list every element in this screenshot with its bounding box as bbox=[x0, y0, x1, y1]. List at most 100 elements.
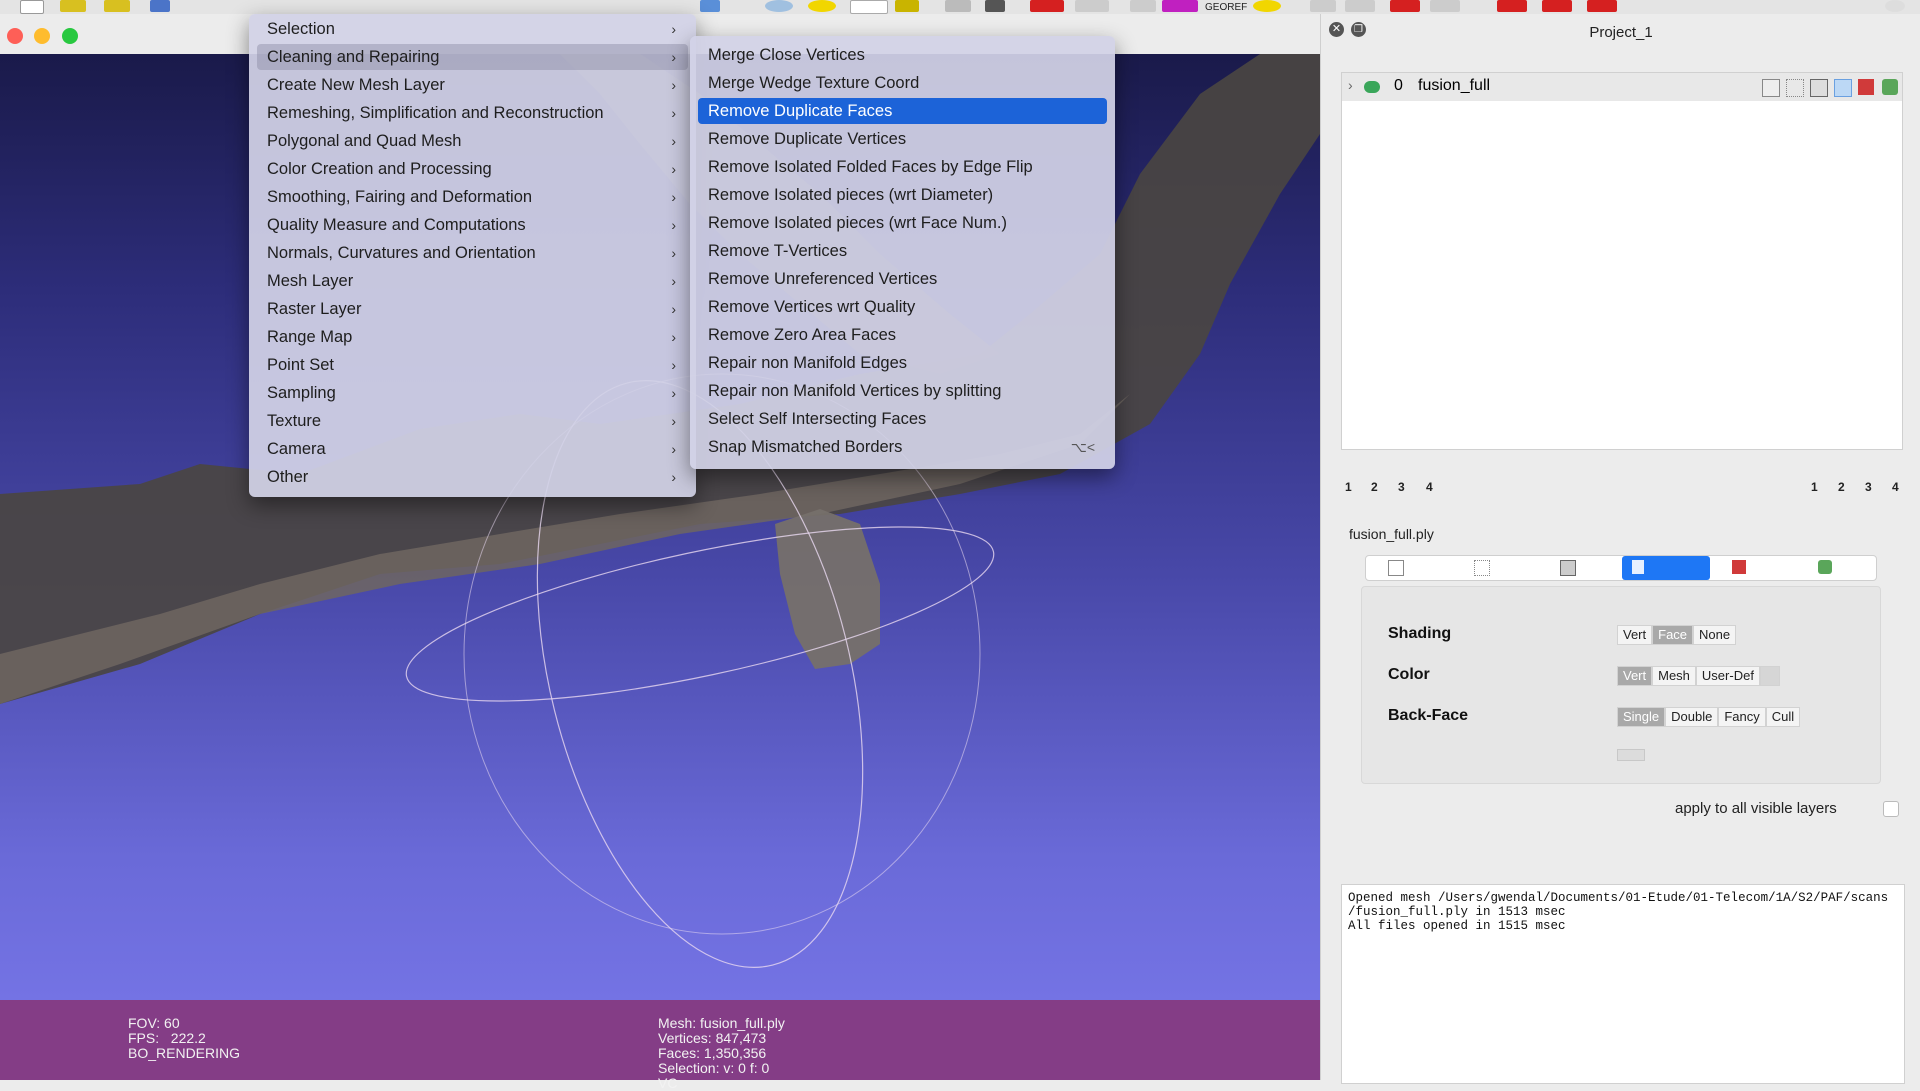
select-region-icon[interactable] bbox=[1345, 0, 1375, 12]
color-swatch-button[interactable] bbox=[1759, 666, 1780, 686]
page-4-right[interactable]: 4 bbox=[1892, 480, 1899, 494]
solid-icon[interactable] bbox=[1834, 79, 1852, 97]
page-3-right[interactable]: 3 bbox=[1865, 480, 1872, 494]
vertices-text: Vertices: 847,473 bbox=[658, 1030, 767, 1046]
submenu-item-remove-duplicate-vertices[interactable]: Remove Duplicate Vertices bbox=[698, 126, 1107, 152]
menu-item-range-map[interactable]: Range Map › bbox=[257, 324, 688, 350]
pen-icon[interactable] bbox=[850, 0, 888, 14]
delete-vertex-icon[interactable] bbox=[1497, 0, 1527, 12]
backface-fancy-button[interactable]: Fancy bbox=[1718, 707, 1766, 727]
page-2-right[interactable]: 2 bbox=[1838, 480, 1845, 494]
eye-icon[interactable] bbox=[1364, 81, 1380, 93]
menu-item-selection[interactable]: Selection › bbox=[257, 16, 688, 42]
page-3-left[interactable]: 3 bbox=[1398, 480, 1405, 494]
menu-item-color-creation[interactable]: Color Creation and Processing › bbox=[257, 156, 688, 182]
chevron-right-icon[interactable]: › bbox=[1348, 77, 1353, 93]
submenu-item-remove-isolated-folded-faces[interactable]: Remove Isolated Folded Faces by Edge Fli… bbox=[698, 154, 1107, 180]
submenu-item-select-self-intersecting-faces[interactable]: Select Self Intersecting Faces bbox=[698, 406, 1107, 432]
pick-red-icon[interactable] bbox=[1030, 0, 1064, 12]
select-cursor-icon[interactable] bbox=[1430, 0, 1460, 12]
smooth-icon[interactable] bbox=[1882, 79, 1898, 95]
menu-item-sampling[interactable]: Sampling › bbox=[257, 380, 688, 406]
select-face-icon[interactable] bbox=[1130, 0, 1156, 12]
menu-item-create-new-mesh-layer[interactable]: Create New Mesh Layer › bbox=[257, 72, 688, 98]
layer-list: › 0 fusion_full bbox=[1341, 72, 1903, 450]
color-user-def-button[interactable]: User-Def bbox=[1695, 666, 1760, 686]
submenu-item-repair-non-manifold-edges[interactable]: Repair non Manifold Edges bbox=[698, 350, 1107, 376]
menu-item-remeshing[interactable]: Remeshing, Simplification and Reconstruc… bbox=[257, 100, 688, 126]
page-4-left[interactable]: 4 bbox=[1426, 480, 1433, 494]
points-mode-button[interactable] bbox=[1464, 556, 1524, 580]
color-vert-button[interactable]: Vert bbox=[1617, 666, 1653, 686]
georef-icon[interactable] bbox=[1162, 0, 1198, 12]
align-icon[interactable] bbox=[945, 0, 971, 12]
backface-double-button[interactable]: Double bbox=[1665, 707, 1719, 727]
wireframe-icon[interactable] bbox=[1810, 79, 1828, 97]
menu-item-cleaning-and-repairing[interactable]: Cleaning and Repairing › bbox=[257, 44, 688, 70]
texture-mode-button[interactable] bbox=[1722, 556, 1782, 580]
submenu-item-remove-duplicate-faces[interactable]: Remove Duplicate Faces bbox=[698, 98, 1107, 124]
search-icon[interactable] bbox=[1885, 0, 1905, 12]
gizmo-icon[interactable] bbox=[700, 0, 720, 12]
submenu-item-remove-zero-area-faces[interactable]: Remove Zero Area Faces bbox=[698, 322, 1107, 348]
menu-item-mesh-layer[interactable]: Mesh Layer › bbox=[257, 268, 688, 294]
select-connected-icon[interactable] bbox=[1310, 0, 1336, 12]
menu-item-smoothing[interactable]: Smoothing, Fairing and Deformation › bbox=[257, 184, 688, 210]
cleaning-repairing-submenu: Merge Close Vertices Merge Wedge Texture… bbox=[690, 36, 1115, 469]
submenu-item-remove-isolated-pieces-face-num[interactable]: Remove Isolated pieces (wrt Face Num.) bbox=[698, 210, 1107, 236]
points-icon[interactable] bbox=[1786, 79, 1804, 97]
submenu-item-merge-wedge-texture-coord[interactable]: Merge Wedge Texture Coord bbox=[698, 70, 1107, 96]
maximize-window-button[interactable] bbox=[62, 28, 78, 44]
menu-item-camera[interactable]: Camera › bbox=[257, 436, 688, 462]
submenu-item-label: Remove Unreferenced Vertices bbox=[708, 270, 938, 288]
menu-item-texture[interactable]: Texture › bbox=[257, 408, 688, 434]
delete-face-icon[interactable] bbox=[1542, 0, 1572, 12]
menu-item-polygonal-and-quad-mesh[interactable]: Polygonal and Quad Mesh › bbox=[257, 128, 688, 154]
submenu-item-merge-close-vertices[interactable]: Merge Close Vertices bbox=[698, 42, 1107, 68]
page-1-right[interactable]: 1 bbox=[1811, 480, 1818, 494]
shading-vert-button[interactable]: Vert bbox=[1617, 625, 1653, 645]
paint-icon[interactable] bbox=[895, 0, 919, 12]
backface-cull-button[interactable]: Cull bbox=[1765, 707, 1801, 727]
submenu-item-remove-isolated-pieces-diameter[interactable]: Remove Isolated pieces (wrt Diameter) bbox=[698, 182, 1107, 208]
wireframe-mode-button[interactable] bbox=[1550, 556, 1610, 580]
submenu-item-remove-vertices-wrt-quality[interactable]: Remove Vertices wrt Quality bbox=[698, 294, 1107, 320]
solid-mode-button[interactable] bbox=[1622, 556, 1710, 580]
sun-icon[interactable] bbox=[1253, 0, 1281, 12]
box-icon[interactable] bbox=[1762, 79, 1780, 97]
submenu-item-remove-t-vertices[interactable]: Remove T-Vertices bbox=[698, 238, 1107, 264]
apply-all-checkbox[interactable] bbox=[1883, 801, 1899, 817]
menu-item-point-set[interactable]: Point Set › bbox=[257, 352, 688, 378]
menu-item-other[interactable]: Other › bbox=[257, 464, 688, 490]
menu-item-quality-measure[interactable]: Quality Measure and Computations › bbox=[257, 212, 688, 238]
layer-row[interactable]: › 0 fusion_full bbox=[1342, 73, 1902, 101]
menu-item-raster-layer[interactable]: Raster Layer › bbox=[257, 296, 688, 322]
select-pick-icon[interactable] bbox=[1390, 0, 1420, 12]
select-vertex-icon[interactable] bbox=[1075, 0, 1109, 12]
extra-color-swatch[interactable] bbox=[1617, 749, 1645, 761]
backface-single-button[interactable]: Single bbox=[1617, 707, 1666, 727]
page-1-left[interactable]: 1 bbox=[1345, 480, 1352, 494]
shading-face-button[interactable]: Face bbox=[1652, 625, 1694, 645]
smooth-mode-button[interactable] bbox=[1808, 556, 1868, 580]
submenu-item-repair-non-manifold-vertices[interactable]: Repair non Manifold Vertices by splittin… bbox=[698, 378, 1107, 404]
box-mode-button[interactable] bbox=[1378, 556, 1438, 580]
menu-item-normals[interactable]: Normals, Curvatures and Orientation › bbox=[257, 240, 688, 266]
close-window-button[interactable] bbox=[7, 28, 23, 44]
submenu-item-remove-unreferenced-vertices[interactable]: Remove Unreferenced Vertices bbox=[698, 266, 1107, 292]
chevron-right-icon: › bbox=[671, 133, 676, 149]
delete-all-icon[interactable] bbox=[1587, 0, 1617, 12]
reload-icon[interactable] bbox=[150, 0, 170, 12]
minimize-window-button[interactable] bbox=[34, 28, 50, 44]
submenu-item-snap-mismatched-borders[interactable]: Snap Mismatched Borders ⌥< bbox=[698, 434, 1107, 460]
shading-none-button[interactable]: None bbox=[1693, 625, 1737, 645]
measure-icon[interactable] bbox=[765, 0, 793, 12]
open-project-icon[interactable] bbox=[104, 0, 130, 12]
color-mesh-button[interactable]: Mesh bbox=[1652, 666, 1696, 686]
annotation-a-icon[interactable] bbox=[808, 0, 836, 12]
page-2-left[interactable]: 2 bbox=[1371, 480, 1378, 494]
new-file-icon[interactable] bbox=[20, 0, 44, 14]
texture-icon[interactable] bbox=[1858, 79, 1874, 95]
open-folder-icon[interactable] bbox=[60, 0, 86, 12]
brush-icon[interactable] bbox=[985, 0, 1005, 12]
